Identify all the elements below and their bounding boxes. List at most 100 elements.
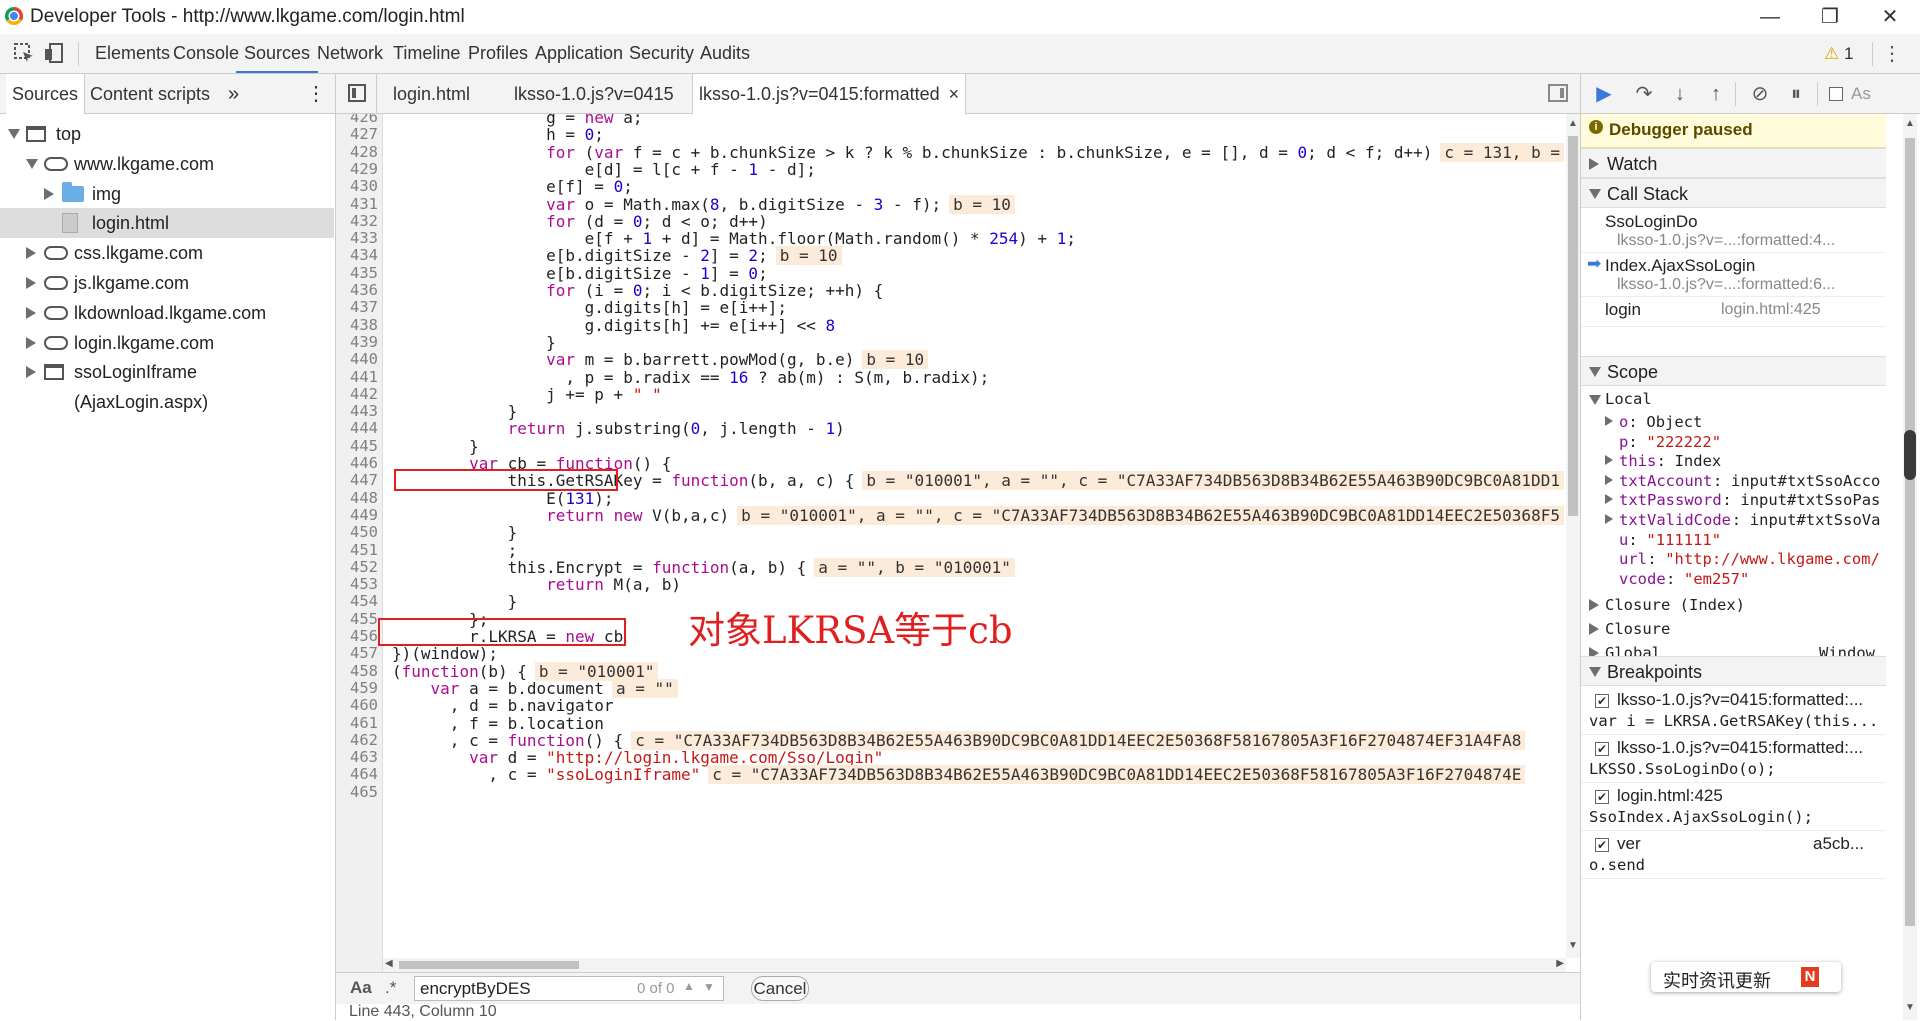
tree-item[interactable]: top	[0, 119, 334, 149]
sidebar-vscrollbar[interactable]: ▲ ▼	[1903, 114, 1917, 1020]
code-area[interactable]: 426 427 428 429 430 431 432 433 434 435 436 437 438 4…	[336, 114, 1566, 972]
tab-elements[interactable]: Elements	[95, 34, 170, 73]
collapse-arrow-icon[interactable]	[1605, 514, 1613, 524]
editor-tab-lksso-formatted[interactable]: lksso-1.0.js?v=0415:formatted ×	[692, 74, 967, 114]
scope-closure[interactable]: Closure	[1581, 618, 1886, 642]
collapse-arrow-icon[interactable]	[1605, 455, 1613, 466]
search-prev-icon[interactable]: ▲	[683, 979, 695, 993]
editor-hscrollbar[interactable]: ◀ ▶	[383, 958, 1566, 972]
tree-item[interactable]: login.lkgame.com	[0, 328, 334, 358]
editor-tab-lksso-js[interactable]: lksso-1.0.js?v=0415	[514, 74, 674, 113]
expand-arrow-icon[interactable]	[8, 129, 20, 139]
match-case-toggle[interactable]: Aa	[350, 978, 372, 998]
tab-timeline[interactable]: Timeline	[393, 34, 460, 73]
step-out-icon[interactable]: ↑	[1703, 82, 1729, 106]
editor-hscroll-thumb[interactable]	[399, 961, 579, 969]
tree-item[interactable]: www.lkgame.com	[0, 149, 334, 179]
section-breakpoints[interactable]: Breakpoints	[1581, 656, 1886, 686]
regex-toggle[interactable]: .*	[385, 978, 396, 998]
call-frame[interactable]: login login.html:425	[1581, 296, 1886, 327]
nav-tab-content-scripts[interactable]: Content scripts	[90, 74, 210, 113]
search-input[interactable]: encryptByDES 0 of 0 ▲ ▼	[414, 976, 724, 1001]
tree-item[interactable]: css.lkgame.com	[0, 238, 334, 268]
restore-button[interactable]: ❐	[1800, 0, 1860, 34]
nav-tab-sources[interactable]: Sources	[6, 74, 86, 114]
tree-item[interactable]: js.lkgame.com	[0, 268, 334, 298]
tab-sources[interactable]: Sources	[236, 34, 319, 73]
line-number-gutter[interactable]: 426 427 428 429 430 431 432 433 434 435 436 437 438 4…	[336, 114, 383, 972]
tab-console[interactable]: Console	[173, 34, 239, 73]
device-toolbar-icon[interactable]	[42, 42, 66, 66]
collapse-arrow-icon[interactable]	[26, 247, 36, 260]
editor-vscrollbar[interactable]: ▲ ▼	[1566, 114, 1580, 958]
scroll-up-arrow-icon[interactable]: ▲	[1568, 118, 1578, 129]
tree-item[interactable]: login.html	[0, 208, 334, 239]
tree-item[interactable]: lkdownload.lkgame.com	[0, 298, 334, 328]
tab-network[interactable]: Network	[317, 34, 383, 73]
collapse-arrow-icon[interactable]	[44, 187, 54, 200]
scope-variable[interactable]: o: Object	[1581, 412, 1886, 432]
editor-tab-login-html[interactable]: login.html	[393, 74, 470, 113]
breakpoint-checkbox[interactable]: ✔	[1595, 694, 1609, 708]
close-tab-icon[interactable]: ×	[949, 84, 960, 104]
breakpoint-checkbox[interactable]: ✔	[1595, 742, 1609, 756]
tab-security[interactable]: Security	[629, 34, 694, 73]
scope-variable[interactable]: url: "http://www.lkgame.com/	[1581, 549, 1886, 569]
async-checkbox[interactable]	[1829, 87, 1843, 101]
collapse-arrow-icon[interactable]	[1605, 416, 1613, 426]
warnings-counter[interactable]: ⚠ 1	[1824, 44, 1853, 64]
search-cancel-button[interactable]: Cancel	[751, 976, 809, 1001]
scope-variable[interactable]: txtAccount: input#txtSsoAcco	[1581, 471, 1886, 491]
collapse-arrow-icon[interactable]	[26, 366, 36, 379]
scope-variable[interactable]: u: "111111"	[1581, 530, 1886, 550]
search-next-icon[interactable]: ▼	[703, 980, 715, 994]
breakpoint-checkbox[interactable]: ✔	[1595, 790, 1609, 804]
collapse-arrow-icon[interactable]	[26, 306, 36, 319]
step-over-icon[interactable]: ↷	[1631, 82, 1657, 106]
scroll-up-arrow-icon[interactable]: ▲	[1905, 118, 1915, 129]
breakpoint-checkbox[interactable]: ✔	[1595, 838, 1609, 852]
minimize-button[interactable]: —	[1740, 0, 1800, 34]
scope-variable[interactable]: vcode: "em257"	[1581, 569, 1886, 589]
collapse-arrow-icon[interactable]	[26, 336, 36, 349]
breakpoint-item[interactable]: ✔ ver a5cb... o.send	[1581, 832, 1886, 879]
navigator-menu-icon[interactable]: ⋮	[306, 74, 326, 113]
breakpoint-item[interactable]: ✔ lksso-1.0.js?v=0415:formatted:... var i …	[1581, 688, 1886, 735]
scope-local[interactable]: Local	[1581, 388, 1886, 412]
scope-variable[interactable]: this: Index	[1581, 451, 1886, 471]
scope-variable[interactable]: txtValidCode: input#txtSsoVa	[1581, 510, 1886, 530]
scope-closure[interactable]: Closure (Index)	[1581, 594, 1886, 618]
scroll-left-arrow-icon[interactable]: ◀	[385, 958, 393, 969]
deactivate-breakpoints-icon[interactable]: ⊘	[1747, 82, 1773, 106]
section-watch[interactable]: Watch	[1581, 148, 1886, 178]
breakpoint-item[interactable]: ✔ login.html:425 SsoIndex.AjaxSsoLogin();	[1581, 784, 1886, 831]
tab-application[interactable]: Application	[535, 34, 623, 73]
call-frame[interactable]: ➡ Index.AjaxSsoLogin lksso-1.0.js?v=...:fo…	[1581, 252, 1886, 297]
section-scope[interactable]: Scope	[1581, 356, 1886, 386]
scope-variable[interactable]: p: "222222"	[1581, 432, 1886, 452]
inspect-element-icon[interactable]	[12, 42, 36, 66]
tab-audits[interactable]: Audits	[700, 34, 750, 73]
toggle-debugger-icon[interactable]	[1548, 84, 1568, 102]
close-window-button[interactable]: ✕	[1860, 0, 1920, 34]
section-call-stack[interactable]: Call Stack	[1581, 178, 1886, 208]
toggle-navigator-icon[interactable]	[348, 84, 366, 102]
scroll-down-arrow-icon[interactable]: ▼	[1905, 1002, 1915, 1013]
tree-item[interactable]: img	[0, 179, 334, 209]
breakpoint-item[interactable]: ✔ lksso-1.0.js?v=0415:formatted:... LKSSO.…	[1581, 736, 1886, 783]
scroll-down-arrow-icon[interactable]: ▼	[1568, 940, 1578, 951]
editor-vscroll-thumb[interactable]	[1568, 136, 1578, 516]
scroll-right-arrow-icon[interactable]: ▶	[1556, 958, 1564, 969]
step-into-icon[interactable]: ↓	[1667, 82, 1693, 106]
more-tabs-icon[interactable]: »	[228, 74, 239, 113]
tree-item[interactable]: ssoLoginIframe (AjaxLogin.aspx)	[0, 357, 334, 412]
kebab-menu-icon[interactable]: ⋮	[1880, 42, 1904, 66]
resume-icon[interactable]: ▶	[1591, 82, 1617, 106]
expand-arrow-icon[interactable]	[26, 158, 38, 169]
news-toast[interactable]: 实时资讯更新 N	[1651, 962, 1841, 992]
line-number[interactable]: 465	[336, 782, 378, 803]
call-frame[interactable]: SsoLoginDo lksso-1.0.js?v=...:formatted:4…	[1581, 208, 1886, 253]
collapse-arrow-icon[interactable]	[1605, 494, 1613, 505]
collapse-arrow-icon[interactable]	[26, 277, 36, 289]
tab-profiles[interactable]: Profiles	[468, 34, 528, 73]
